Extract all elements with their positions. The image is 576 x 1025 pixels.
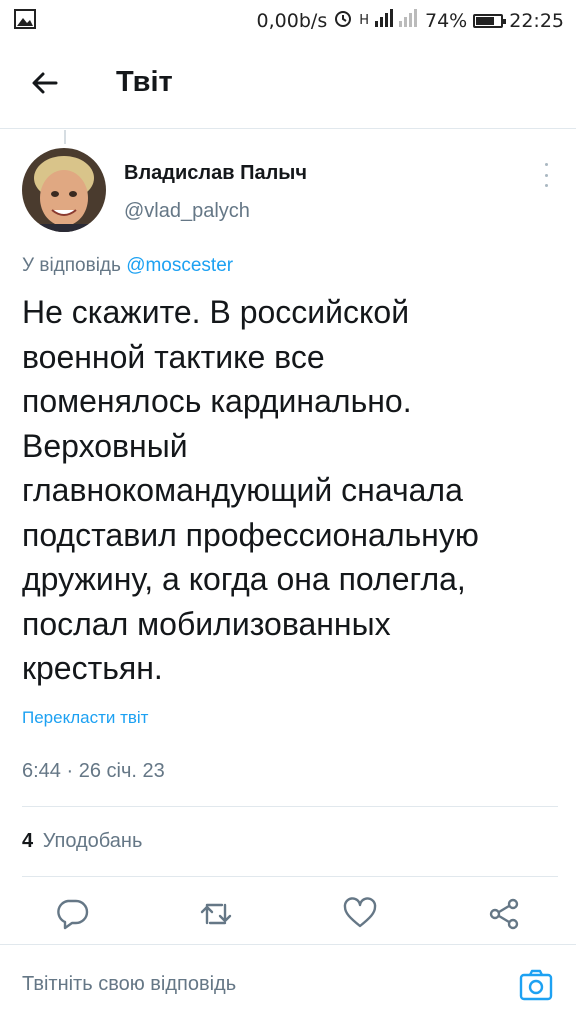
page-title: Твіт: [116, 66, 173, 98]
reply-composer: Твітніть свою відповідь: [0, 944, 576, 1025]
translate-tweet-link[interactable]: Перекласти твіт: [22, 708, 148, 728]
tweet-text-line: дружину, а когда она полегла,: [22, 561, 466, 597]
likes-summary[interactable]: 4 Уподобань: [22, 830, 142, 853]
battery-icon: [473, 13, 507, 28]
tweet-text-line: главнокомандующий сначала: [22, 472, 463, 508]
tweet-text-line: послал мобилизованных: [22, 605, 391, 642]
reply-prefix: У відповідь: [22, 255, 121, 276]
likes-label: Уподобань: [42, 830, 143, 852]
more-options-icon[interactable]: [542, 163, 550, 187]
retweet-icon[interactable]: [198, 896, 234, 932]
image-notification-icon: [14, 9, 36, 34]
top-bar: Твіт: [0, 40, 576, 129]
signal-icon: [375, 9, 419, 32]
divider: [22, 876, 558, 877]
alarm-icon: [333, 8, 353, 33]
reply-context: У відповідь @moscester: [22, 255, 233, 277]
camera-icon[interactable]: [518, 967, 554, 1003]
share-icon[interactable]: [486, 896, 522, 932]
avatar[interactable]: [22, 148, 106, 232]
status-bar: 0,00b/s H 74% 22:25: [0, 0, 576, 40]
tweet-text-line: Верховный: [22, 427, 188, 464]
tweet-text-line: Не скажите. В российской: [22, 294, 410, 330]
author-handle[interactable]: @vlad_palych: [124, 200, 250, 223]
tweet-text-line: поменялось кардинально.: [22, 383, 412, 419]
likes-count: 4: [22, 830, 34, 852]
reply-input[interactable]: Твітніть свою відповідь: [22, 973, 236, 996]
reply-icon[interactable]: [54, 896, 90, 932]
tweet-text-line: военной тактике все: [22, 338, 325, 375]
battery-percent: 74%: [425, 9, 468, 32]
clock: 22:25: [509, 9, 564, 32]
tweet-text-line: подставил профессиональную: [22, 516, 479, 553]
network-speed: 0,00b/s: [256, 9, 328, 32]
divider: [22, 806, 558, 807]
tweet-text-line: крестьян.: [22, 650, 163, 686]
tweet-actions: [0, 896, 576, 936]
like-icon[interactable]: [342, 896, 378, 932]
author-name[interactable]: Владислав Палыч: [124, 162, 307, 185]
tweet-timestamp: 6:44 · 26 січ. 23: [22, 760, 165, 782]
back-arrow-icon[interactable]: [28, 66, 62, 100]
tweet-text: Не скажите. В российской военной тактике …: [22, 290, 562, 691]
network-type: H: [359, 13, 369, 28]
thread-connector: [64, 130, 66, 144]
reply-mention-link[interactable]: @moscester: [126, 255, 233, 276]
